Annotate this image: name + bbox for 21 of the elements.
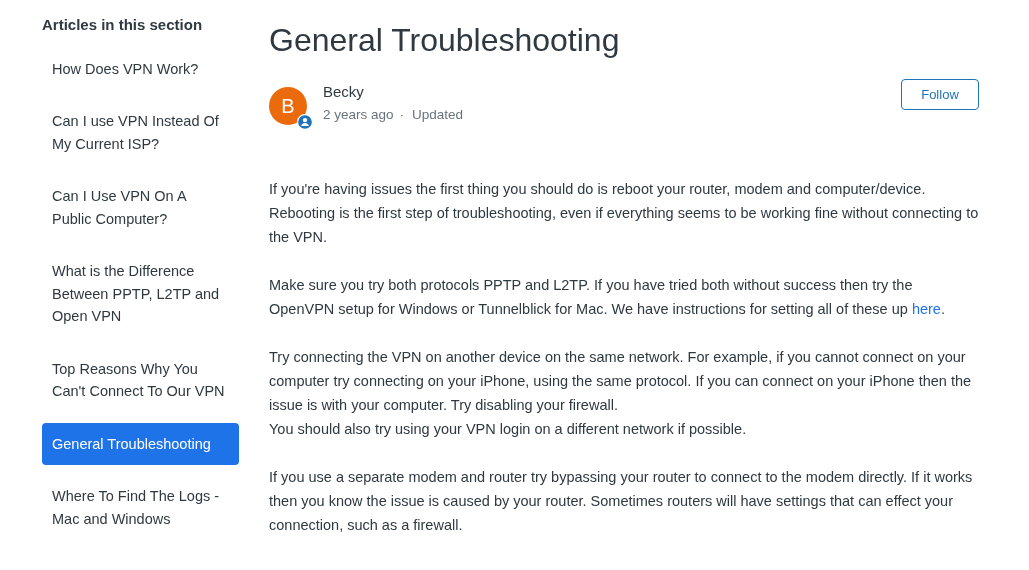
here-link[interactable]: here [911, 301, 941, 317]
updated-label: Updated [412, 107, 464, 122]
sidebar-item[interactable]: Can I Use VPN On A Public Computer? [42, 175, 239, 240]
sidebar-item[interactable]: What is the Difference Between PPTP, L2TP and Open VPN [42, 250, 239, 337]
user-badge-icon [297, 114, 313, 130]
sidebar-item[interactable]: General Troubleshooting [42, 423, 239, 465]
avatar-initial: B [281, 94, 295, 118]
separator-dot: · [399, 107, 405, 122]
paragraph: Try connecting the VPN on another device on the same network. For example, if you cannot connect on your computer try connecting on your iPhone, using the same protocol. If you can connect on your iPhone then the issue is with your computer. Try disabling your firewall. You should also try using your VPN login on a different network if possible. [269, 348, 973, 439]
sidebar-item[interactable]: How Does VPN Work? [42, 48, 239, 90]
paragraph: If you're having issues the first thing you should do is reboot your router, modem and computer/device. Rebooting is the first step of troubleshooting, even if everything seems to be working fine without connecting to the VPN. [269, 180, 979, 247]
sidebar-item[interactable]: Top Reasons Why You Can't Connect To Our VPN [42, 348, 239, 412]
article-title: General Troubleshooting [269, 21, 621, 59]
sidebar-item[interactable]: Can I use VPN Instead Of My Current ISP? [42, 100, 239, 165]
paragraph: If you use a separate modem and router try bypassing your router to connect to the modem directly. If it works then you know the issue is caused by your router. Sometimes routers will have settings that can effect your connection, such as a firewall. [269, 468, 974, 535]
section-heading: Articles in this section [42, 15, 204, 35]
paragraph: Make sure you try both protocols PPTP and L2TP. If you have tried both without success then try the OpenVPN setup for Windows or Tunnelblick for Mac. We have instructions for setting all of these up here. [269, 276, 946, 319]
post-time: 2 years ago [323, 107, 394, 122]
sidebar-item[interactable]: Where To Find The Logs - Mac and Windows [42, 475, 239, 540]
follow-button[interactable]: Follow [901, 79, 979, 110]
author-name[interactable]: Becky [323, 82, 901, 102]
